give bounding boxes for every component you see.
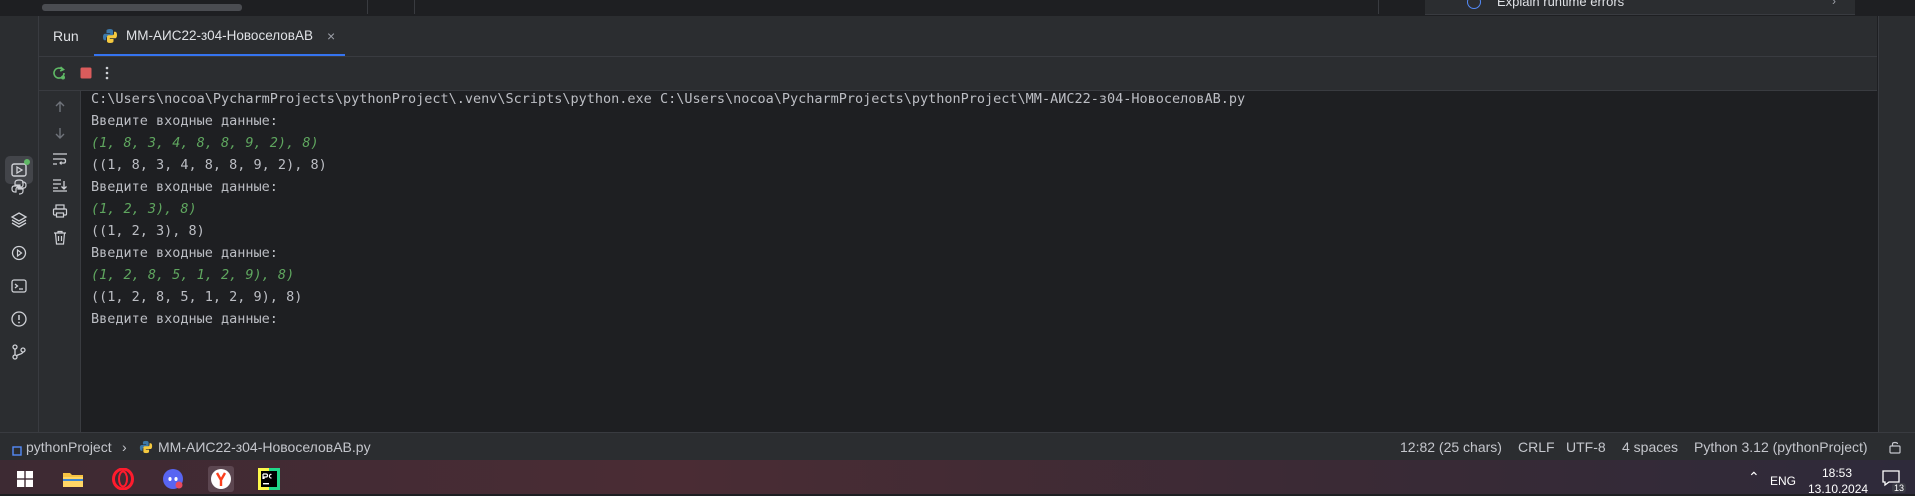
editor-top-strip: Explain runtime errors › — [0, 0, 1915, 16]
console-output[interactable]: C:\Users\nocoa\PycharmProjects\pythonPro… — [81, 91, 1877, 432]
caret-position[interactable]: 12:82 (25 chars) — [1400, 439, 1502, 455]
start-button[interactable] — [12, 466, 38, 492]
layers-icon — [10, 212, 28, 228]
running-indicator — [24, 159, 30, 165]
chevron-right-icon: › — [122, 439, 127, 455]
console-input-line: (1, 8, 3, 4, 8, 8, 9, 2), 8) — [91, 135, 319, 151]
discord-icon — [163, 469, 183, 489]
console-output-line: ((1, 8, 3, 4, 8, 8, 9, 2), 8) — [91, 157, 327, 173]
problems-icon — [11, 311, 27, 327]
breadcrumb-project[interactable]: pythonProject — [26, 439, 112, 455]
terminal-icon — [11, 279, 27, 293]
python-interpreter[interactable]: Python 3.12 (pythonProject) — [1694, 439, 1868, 455]
folder-icon — [63, 473, 83, 487]
indent-setting[interactable]: 4 spaces — [1622, 439, 1678, 455]
print-icon — [52, 204, 68, 218]
console-output-line: Введите входные данные: — [91, 245, 278, 261]
python-console-button[interactable] — [5, 173, 33, 201]
run-toolbar — [39, 57, 1877, 91]
trash-icon — [54, 230, 66, 245]
console-input-line: (1, 2, 3), 8) — [91, 201, 197, 217]
file-encoding[interactable]: UTF-8 — [1566, 439, 1606, 455]
up-arrow-icon — [55, 101, 65, 112]
git-tool-button[interactable] — [5, 338, 33, 366]
services-tool-button[interactable] — [5, 239, 33, 267]
console-output-line: C:\Users\nocoa\PycharmProjects\pythonPro… — [91, 91, 1246, 107]
notifications-button[interactable]: 13 — [1880, 467, 1906, 493]
console-side-toolbar — [39, 91, 81, 432]
console-output-line: ((1, 2, 3), 8) — [91, 223, 205, 239]
more-options-icon — [105, 66, 109, 80]
soft-wrap-icon — [53, 153, 67, 165]
console-output-line: Введите входные данные: — [91, 311, 278, 327]
run-tab-label: ММ-АИС22-з04-НовоселовАВ — [126, 28, 313, 43]
clock-time[interactable]: 18:53 — [1822, 466, 1852, 480]
python-file-icon — [139, 440, 153, 457]
windows-logo-icon — [17, 471, 33, 487]
divider — [414, 0, 415, 14]
scroll-to-end-icon — [53, 179, 67, 192]
divider — [1378, 0, 1379, 14]
yandex-browser-icon — [211, 469, 231, 489]
chevron-up-icon[interactable]: ⌃ — [1748, 469, 1760, 486]
rerun-button[interactable] — [49, 63, 69, 83]
python-console-icon — [11, 179, 27, 195]
line-ending[interactable]: CRLF — [1518, 439, 1555, 455]
run-config-tab[interactable]: ММ-АИС22-з04-НовоселовАВ × — [94, 16, 346, 56]
project-icon — [12, 443, 22, 459]
clear-all-button[interactable] — [50, 227, 70, 247]
console-output-line: Введите входные данные: — [91, 179, 278, 195]
explain-errors-popup[interactable]: Explain runtime errors › — [1425, 0, 1855, 15]
close-tab-icon[interactable]: × — [327, 28, 335, 44]
stop-button[interactable] — [76, 63, 96, 83]
windows-taskbar: ⌃ ENG 18:53 13.10.2024 13 — [0, 460, 1915, 496]
taskbar-pycharm[interactable] — [256, 466, 282, 492]
print-button[interactable] — [50, 201, 70, 221]
chevron-right-icon: › — [1832, 0, 1836, 8]
more-options-button[interactable] — [97, 63, 117, 83]
console-input-line: (1, 2, 8, 5, 1, 2, 9), 8) — [91, 267, 295, 283]
info-icon — [1467, 0, 1481, 9]
layers-tool-button[interactable] — [5, 206, 33, 234]
notification-count: 13 — [1891, 483, 1906, 493]
status-bar: pythonProject › ММ-АИС22-з04-НовоселовАВ… — [0, 432, 1915, 461]
services-icon — [11, 245, 27, 261]
git-icon — [12, 344, 26, 360]
scroll-to-end-button[interactable] — [50, 175, 70, 195]
taskbar-opera[interactable] — [110, 466, 136, 492]
breadcrumb-file[interactable]: ММ-АИС22-з04-НовоселовАВ.py — [158, 439, 371, 455]
taskbar-yandex-browser[interactable] — [208, 466, 234, 492]
active-tab-indicator — [94, 54, 346, 56]
input-language[interactable]: ENG — [1770, 474, 1796, 488]
pycharm-icon — [258, 468, 280, 490]
lock-icon[interactable] — [1888, 440, 1902, 457]
left-tool-window-bar — [0, 16, 39, 434]
down-arrow-icon — [55, 128, 65, 139]
python-file-icon — [103, 28, 117, 43]
previous-occurrence-button[interactable] — [50, 97, 70, 117]
problems-tool-button[interactable] — [5, 305, 33, 333]
console-output-line: Введите входные данные: — [91, 113, 278, 129]
taskbar-file-explorer[interactable] — [60, 466, 86, 492]
opera-icon — [112, 468, 134, 490]
rerun-icon — [53, 66, 65, 80]
console-output-line: ((1, 2, 8, 5, 1, 2, 9), 8) — [91, 289, 303, 305]
horizontal-scrollbar[interactable] — [42, 4, 242, 11]
terminal-tool-button[interactable] — [5, 272, 33, 300]
right-tool-window-bar — [1878, 16, 1915, 434]
soft-wrap-button[interactable] — [50, 149, 70, 169]
explain-errors-label: Explain runtime errors — [1497, 0, 1625, 9]
run-tool-header: Run ММ-АИС22-з04-НовоселовАВ × — [39, 16, 1877, 57]
next-occurrence-button[interactable] — [50, 123, 70, 143]
stop-icon — [80, 67, 92, 79]
taskbar-discord[interactable] — [160, 466, 186, 492]
run-panel-title: Run — [53, 28, 79, 44]
divider — [367, 0, 368, 14]
